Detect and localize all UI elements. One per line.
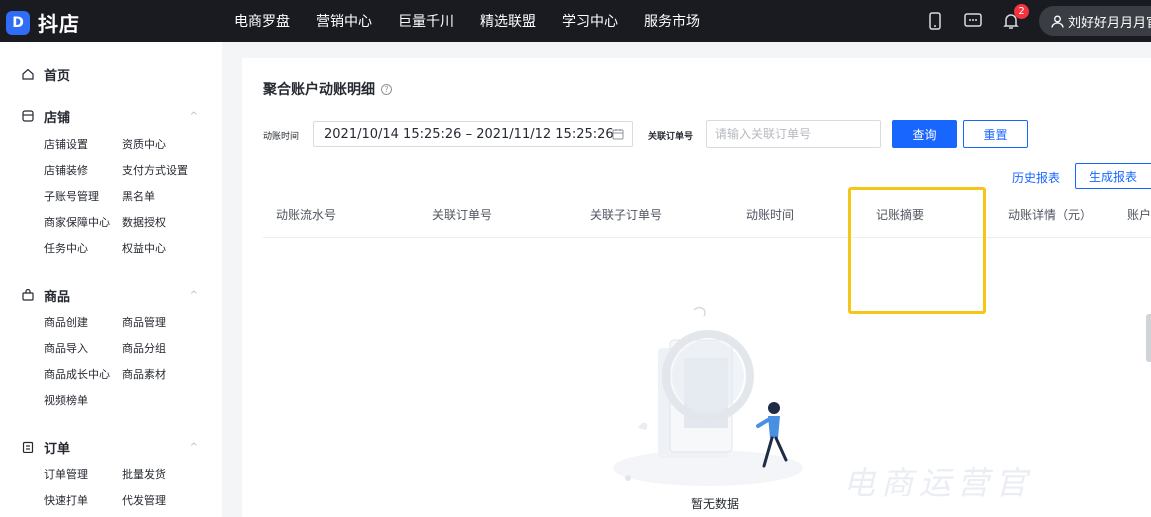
page-title-text: 聚合账户动账明细 [263,82,375,98]
clipboard-icon [22,440,36,454]
sidebar-item-goods-growth[interactable]: 商品成长中心 [44,366,110,382]
sidebar-item-goods-group[interactable]: 商品分组 [122,340,166,356]
sidebar-section-title[interactable]: 订单 [44,438,70,457]
sidebar-item-dropship[interactable]: 代发管理 [122,492,166,508]
table-header: 动账流水号 关联订单号 关联子订单号 动账时间 记账摘要 动账详情（元） 账户 [263,188,1151,238]
app-logo[interactable]: D 抖店 [6,8,80,37]
sidebar-item-blacklist[interactable]: 黑名单 [122,188,155,204]
topnav-item-compass[interactable]: 电商罗盘 [234,11,290,31]
shop-icon [22,109,36,123]
sidebar-item-data-auth[interactable]: 数据授权 [122,214,166,230]
page-title: 聚合账户动账明细 ? [263,79,392,99]
sidebar-item-quick-print[interactable]: 快速打单 [44,492,88,508]
sidebar-item-goods-create[interactable]: 商品创建 [44,314,88,330]
sidebar-item-shop-decoration[interactable]: 店铺装修 [44,162,88,178]
query-button[interactable]: 查询 [892,120,957,148]
order-number-input[interactable] [706,120,881,148]
sidebar-item-goods-material[interactable]: 商品素材 [122,366,166,382]
top-nav: 电商罗盘 营销中心 巨量千川 精选联盟 学习中心 服务市场 [234,0,726,42]
sidebar-section-title[interactable]: 商品 [44,286,70,305]
topnav-item-market[interactable]: 服务市场 [644,11,700,31]
sidebar-item-home[interactable]: 首页 [44,65,70,84]
user-icon [1051,15,1064,28]
app-name: 抖店 [38,12,80,36]
sidebar-section-orders: 订单 ^ [0,437,222,457]
history-report-link[interactable]: 历史报表 [1012,169,1060,186]
sidebar-item-payment-settings[interactable]: 支付方式设置 [122,162,188,178]
column-header: 账户 [1127,208,1151,222]
bag-icon [22,288,36,302]
highlight-box [848,187,986,314]
top-right-tools: 2 刘好好月月月官 [925,0,1151,42]
column-header: 动账流水号 [276,208,337,222]
side-scroll-handle[interactable] [1146,314,1151,362]
column-header: 动账时间 [746,208,795,222]
sidebar-item-goods-import[interactable]: 商品导入 [44,340,88,356]
empty-state-text: 暂无数据 [691,497,740,511]
chevron-up-icon[interactable]: ^ [190,111,198,122]
column-header: 关联子订单号 [590,208,663,222]
sidebar-item-qualification[interactable]: 资质中心 [122,136,166,152]
home-icon [22,67,36,81]
column-header: 动账详情（元） [1008,208,1093,222]
sidebar-item-video-rank[interactable]: 视频榜单 [44,392,88,408]
sidebar-section-title[interactable]: 店铺 [44,107,70,126]
topnav-item-marketing[interactable]: 营销中心 [316,11,372,31]
user-name: 刘好好月月月官 [1068,15,1151,31]
topnav-item-qianchuan[interactable]: 巨量千川 [398,11,454,31]
column-header: 关联订单号 [432,208,493,222]
reset-button[interactable]: 重置 [963,120,1028,148]
date-range-value: 2021/10/14 15:25:26 – 2021/11/12 15:25:2… [324,126,614,142]
chevron-up-icon[interactable]: ^ [190,290,198,301]
notification-badge: 2 [1014,4,1029,19]
sidebar-section-home[interactable]: 首页 [0,64,222,84]
sidebar-item-task-center[interactable]: 任务中心 [44,240,88,256]
empty-state-illustration [613,306,803,486]
logo-mark: D [6,10,30,35]
sidebar-item-subaccount[interactable]: 子账号管理 [44,188,99,204]
generate-report-button[interactable]: 生成报表 [1075,163,1151,189]
topnav-item-alliance[interactable]: 精选联盟 [480,11,536,31]
sidebar-item-shop-settings[interactable]: 店铺设置 [44,136,88,152]
order-filter-label: 关联订单号 [648,132,694,142]
message-icon[interactable] [963,11,983,31]
main-panel: 聚合账户动账明细 ? 动账时间 2021/10/14 15:25:26 – 20… [242,58,1151,517]
sidebar-item-order-manage[interactable]: 订单管理 [44,466,88,482]
top-bar: D 抖店 电商罗盘 营销中心 巨量千川 精选联盟 学习中心 服务市场 2 刘好好… [0,0,1151,42]
help-icon[interactable]: ? [381,83,392,95]
user-menu[interactable]: 刘好好月月月官 [1039,6,1151,36]
sidebar-item-merchant-protection[interactable]: 商家保障中心 [44,214,110,230]
watermark-text: 电商运营官 [843,464,1034,502]
chevron-up-icon[interactable]: ^ [190,442,198,453]
time-filter-label: 动账时间 [263,132,300,142]
sidebar-item-rights-center[interactable]: 权益中心 [122,240,166,256]
sidebar-item-goods-manage[interactable]: 商品管理 [122,314,166,330]
sidebar: 首页 店铺 ^ 店铺设置 资质中心 店铺装修 支付方式设置 子账号管理 黑名单 … [0,42,222,517]
calendar-icon[interactable] [612,128,624,144]
mobile-icon[interactable] [925,11,945,31]
sidebar-item-batch-ship[interactable]: 批量发货 [122,466,166,482]
topnav-item-learning[interactable]: 学习中心 [562,11,618,31]
sidebar-section-shop: 店铺 ^ [0,106,222,126]
date-range-picker[interactable]: 2021/10/14 15:25:26 – 2021/11/12 15:25:2… [313,121,633,147]
bell-icon[interactable]: 2 [1001,4,1029,31]
sidebar-section-goods: 商品 ^ [0,285,222,305]
